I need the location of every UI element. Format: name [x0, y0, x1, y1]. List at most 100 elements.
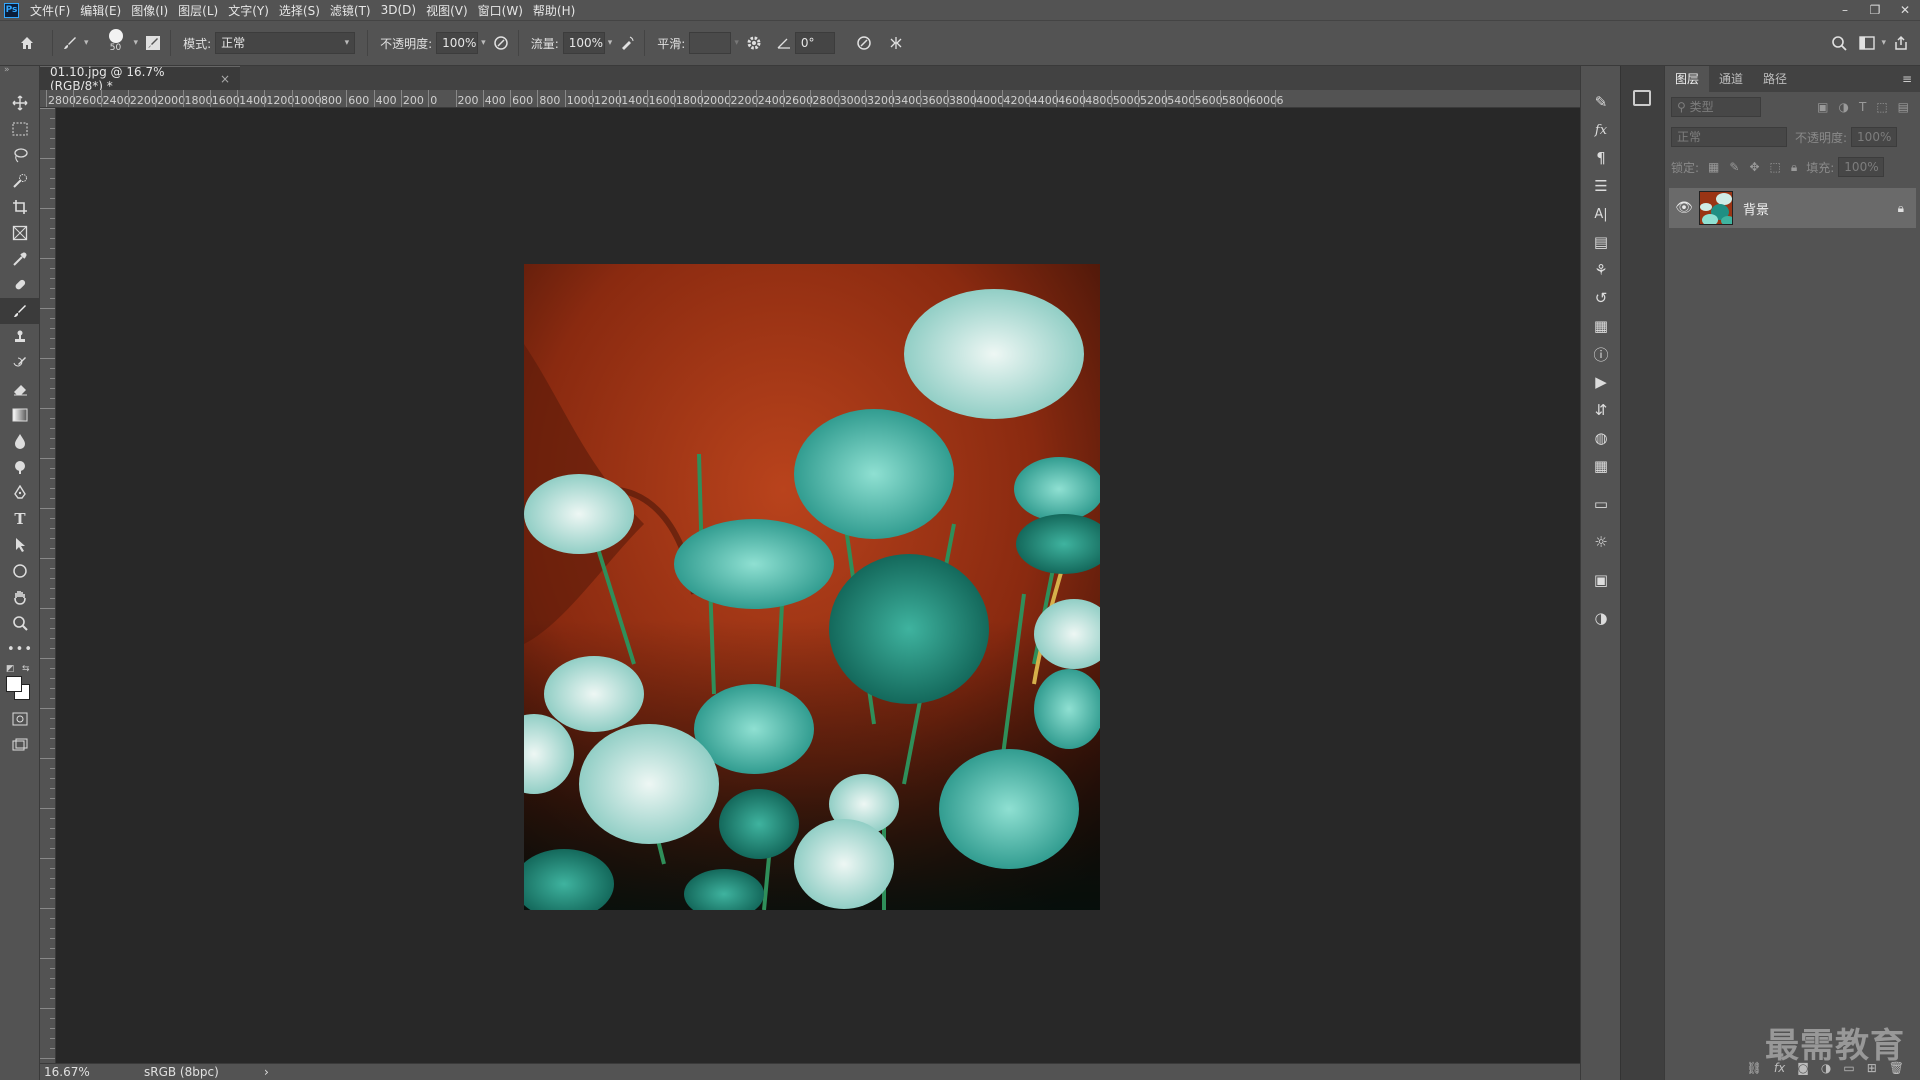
brush-tool-icon[interactable] — [0, 298, 40, 324]
channels-mixer-icon[interactable]: ⇵ — [1581, 396, 1621, 424]
zoom-level[interactable]: 16.67% — [44, 1065, 134, 1079]
gear-icon[interactable] — [743, 32, 765, 54]
document-tab[interactable]: 01.10.jpg @ 16.7%(RGB/8*) * × — [40, 65, 240, 93]
history-icon[interactable]: ↺ — [1581, 284, 1621, 312]
navigator-icon[interactable]: ▣ — [1581, 566, 1621, 594]
fill-input[interactable]: 100% — [1838, 157, 1885, 177]
layer-row[interactable]: 👁︎ 背景 🔒︎ — [1669, 188, 1916, 228]
table-icon[interactable]: ▦ — [1581, 452, 1621, 480]
properties-icon[interactable]: ☰ — [1581, 172, 1621, 200]
menu-filter[interactable]: 滤镜(T) — [325, 2, 376, 19]
layer-filter-select[interactable]: ⚲ 类型 — [1671, 97, 1761, 117]
menu-layer[interactable]: 图层(L) — [173, 2, 223, 19]
blend-mode-select[interactable]: 正常 — [1671, 127, 1787, 147]
menu-view[interactable]: 视图(V) — [421, 2, 473, 19]
brush-size-picker[interactable]: 50 — [101, 26, 131, 60]
brush-settings-panel-icon[interactable] — [142, 32, 164, 54]
share-icon[interactable] — [1890, 32, 1912, 54]
paragraph-icon[interactable]: ¶ — [1581, 144, 1621, 172]
filter-smart-object-icon[interactable]: ▤ — [1898, 100, 1909, 114]
close-icon[interactable]: × — [220, 72, 230, 86]
chevron-down-icon[interactable]: ▾ — [608, 38, 613, 48]
pressure-opacity-icon[interactable] — [490, 32, 512, 54]
status-more-arrow-icon[interactable]: › — [264, 1065, 269, 1079]
lasso-tool-icon[interactable] — [0, 142, 40, 168]
swap-colors-icon[interactable]: ⇆ — [22, 664, 30, 674]
hand-tool-icon[interactable] — [0, 584, 40, 610]
screen-mode-icon[interactable] — [0, 732, 40, 758]
collapse-icon[interactable]: » — [0, 66, 39, 76]
minimize-button[interactable]: – — [1830, 0, 1860, 20]
clone-source-icon[interactable]: ⚘ — [1581, 256, 1621, 284]
brush-settings-icon[interactable]: ✎ — [1581, 88, 1621, 116]
angle-input[interactable]: 0° — [794, 32, 835, 54]
lock-all-icon[interactable]: 🔒︎ — [1791, 160, 1797, 175]
foreground-color-swatch[interactable] — [6, 676, 22, 692]
home-icon[interactable] — [16, 32, 38, 54]
panel-menu-icon[interactable]: ≡ — [1902, 72, 1912, 86]
character-icon[interactable]: A| — [1581, 200, 1621, 228]
marquee-tool-icon[interactable] — [0, 116, 40, 142]
menu-select[interactable]: 选择(S) — [274, 2, 325, 19]
info-icon[interactable]: ⓘ — [1581, 340, 1621, 368]
3d-icon[interactable]: ◍ — [1581, 424, 1621, 452]
lock-position-icon[interactable]: ✥ — [1749, 160, 1759, 174]
more-tools-icon[interactable]: ••• — [0, 636, 40, 662]
menu-file[interactable]: 文件(F) — [25, 2, 75, 19]
gradient-tool-icon[interactable] — [0, 402, 40, 428]
move-tool-icon[interactable] — [0, 90, 40, 116]
restore-button[interactable]: ❐ — [1860, 0, 1890, 20]
menu-3d[interactable]: 3D(D) — [376, 3, 421, 17]
quick-mask-icon[interactable] — [0, 706, 40, 732]
filter-adjustment-icon[interactable]: ◑ — [1838, 100, 1848, 114]
lock-artboard-icon[interactable]: ⬚ — [1770, 160, 1781, 174]
frame-tool-icon[interactable] — [0, 220, 40, 246]
clone-stamp-tool-icon[interactable] — [0, 324, 40, 350]
dodge-tool-icon[interactable] — [0, 454, 40, 480]
flow-input[interactable]: 100% — [562, 32, 605, 54]
eraser-tool-icon[interactable] — [0, 376, 40, 402]
pressure-size-icon[interactable] — [853, 32, 875, 54]
opacity-input[interactable]: 100% — [436, 32, 479, 54]
tab-channels[interactable]: 通道 — [1709, 66, 1753, 92]
adjustments-icon[interactable]: ☼ — [1581, 528, 1621, 556]
close-window-button[interactable]: ✕ — [1890, 0, 1920, 20]
healing-brush-tool-icon[interactable] — [0, 272, 40, 298]
chevron-down-icon[interactable]: ▾ — [734, 38, 739, 48]
pen-tool-icon[interactable] — [0, 480, 40, 506]
panel-toggle-icon[interactable] — [1633, 90, 1651, 106]
symmetry-icon[interactable] — [885, 32, 907, 54]
smoothing-input[interactable] — [689, 32, 732, 54]
fx-styles-icon[interactable]: fx — [1581, 116, 1621, 144]
menu-edit[interactable]: 编辑(E) — [75, 2, 126, 19]
lock-transparent-icon[interactable]: ▦ — [1708, 160, 1719, 174]
actions-play-icon[interactable]: ▶ — [1581, 368, 1621, 396]
history-brush-tool-icon[interactable] — [0, 350, 40, 376]
brush-tool-preset-icon[interactable] — [59, 32, 81, 54]
tab-layers[interactable]: 图层 — [1665, 66, 1710, 92]
menu-type[interactable]: 文字(Y) — [223, 2, 274, 19]
chevron-down-icon[interactable]: ▾ — [481, 38, 486, 48]
mode-select[interactable]: 正常 ▾ — [215, 32, 356, 54]
quick-selection-tool-icon[interactable] — [0, 168, 40, 194]
document-image[interactable] — [524, 264, 1100, 910]
blur-tool-icon[interactable] — [0, 428, 40, 454]
crop-tool-icon[interactable] — [0, 194, 40, 220]
layer-opacity-input[interactable]: 100% — [1851, 127, 1898, 147]
libraries-icon[interactable]: ▦ — [1581, 312, 1621, 340]
lock-image-icon[interactable]: ✎ — [1729, 160, 1739, 174]
filter-type-icon[interactable]: T — [1859, 100, 1866, 114]
ellipse-tool-icon[interactable] — [0, 558, 40, 584]
zoom-tool-icon[interactable] — [0, 610, 40, 636]
filter-shape-icon[interactable]: ⬚ — [1876, 100, 1887, 114]
airbrush-icon[interactable] — [616, 32, 638, 54]
eye-visibility-icon[interactable]: 👁︎ — [1669, 200, 1699, 216]
glyphs-icon[interactable]: ▤ — [1581, 228, 1621, 256]
menu-window[interactable]: 窗口(W) — [473, 2, 528, 19]
workspace-icon[interactable] — [1856, 32, 1878, 54]
path-selection-tool-icon[interactable] — [0, 532, 40, 558]
filter-pixel-icon[interactable]: ▣ — [1817, 100, 1828, 114]
type-tool-icon[interactable]: T — [0, 506, 40, 532]
color-icon[interactable]: ◑ — [1581, 604, 1621, 632]
notes-icon[interactable]: ▭ — [1581, 490, 1621, 518]
